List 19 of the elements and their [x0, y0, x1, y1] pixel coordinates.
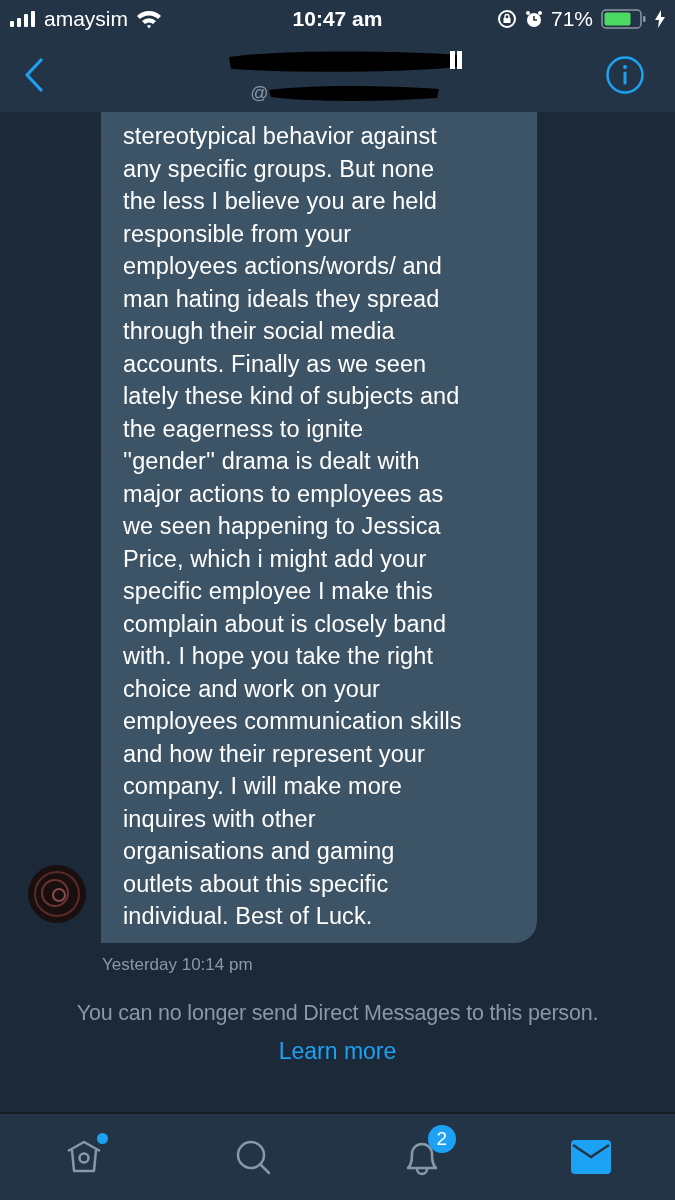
back-icon[interactable]	[24, 58, 44, 92]
battery-icon	[601, 9, 647, 29]
charging-icon	[655, 10, 665, 28]
message-timestamp: Yesterday 10:14 pm	[102, 954, 254, 975]
scribbled-avatar	[26, 862, 88, 925]
signal-icon	[10, 11, 36, 27]
user-handle: @	[250, 82, 269, 104]
message-text: stereotypical behavior against any specific groups. But none the less I believe you are held responsible from your employees actions/words/ and man hating ideals they spread through their social media accounts. Finally as we seen lately these kind of subjects and the eagerness to ignite ''gender'' drama is dealt with major actions to employees as we seen happening to Jessica Price, which i might add your specific employee I make this complain about is closely band with. I hope you take the right choice and work on your employees communication skills and how their represent your company. I will make more inquires with other organisations and gaming outlets about this specific individual. Best of Luck.	[123, 122, 463, 931]
info-icon[interactable]	[605, 55, 645, 95]
status-time: 10:47 am	[291, 7, 384, 31]
learn-more-link[interactable]: Learn more	[278, 1037, 397, 1065]
notification-count: 2	[427, 1125, 456, 1153]
wifi-icon	[136, 9, 162, 29]
envelope-icon	[570, 1140, 611, 1174]
notice-text: You can no longer send Direct Messages to this person.	[75, 1000, 600, 1026]
carrier-name: amaysim	[44, 7, 128, 31]
alarm-icon	[524, 10, 543, 28]
battery-percent: 71%	[550, 7, 593, 31]
rotation-lock-icon	[496, 9, 517, 29]
